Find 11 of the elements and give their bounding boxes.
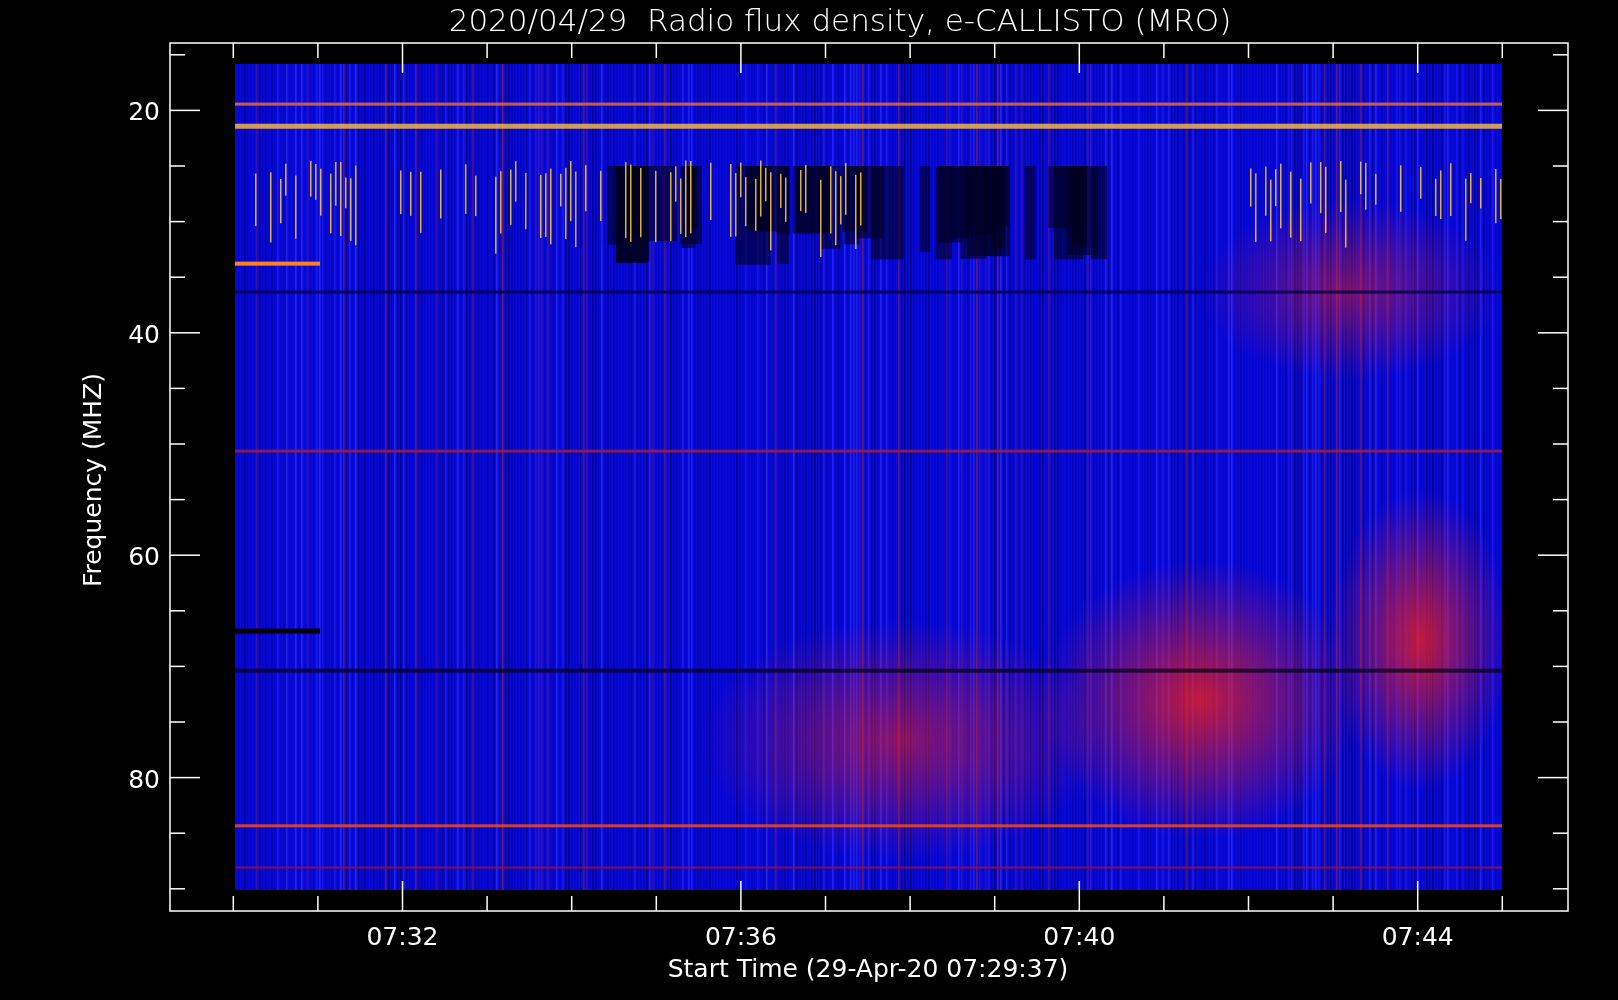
y-axis-title: Frequency (MHZ) (78, 372, 107, 588)
x-tick-label: 07:44 (1381, 922, 1454, 951)
x-tick-label: 07:40 (1043, 922, 1116, 951)
x-tick-label: 07:32 (366, 922, 439, 951)
x-tick-label: 07:36 (704, 922, 777, 951)
y-tick-label: 80 (128, 764, 160, 794)
chart-title: 2020/04/29 Radio flux density, e-CALLISTO (MRO) (448, 2, 1232, 38)
y-tick-label: 40 (128, 319, 160, 349)
x-axis-title: Start Time (29-Apr-20 07:29:37) (667, 954, 1069, 983)
y-tick-label: 60 (128, 542, 160, 572)
y-tick-label: 20 (128, 97, 160, 127)
